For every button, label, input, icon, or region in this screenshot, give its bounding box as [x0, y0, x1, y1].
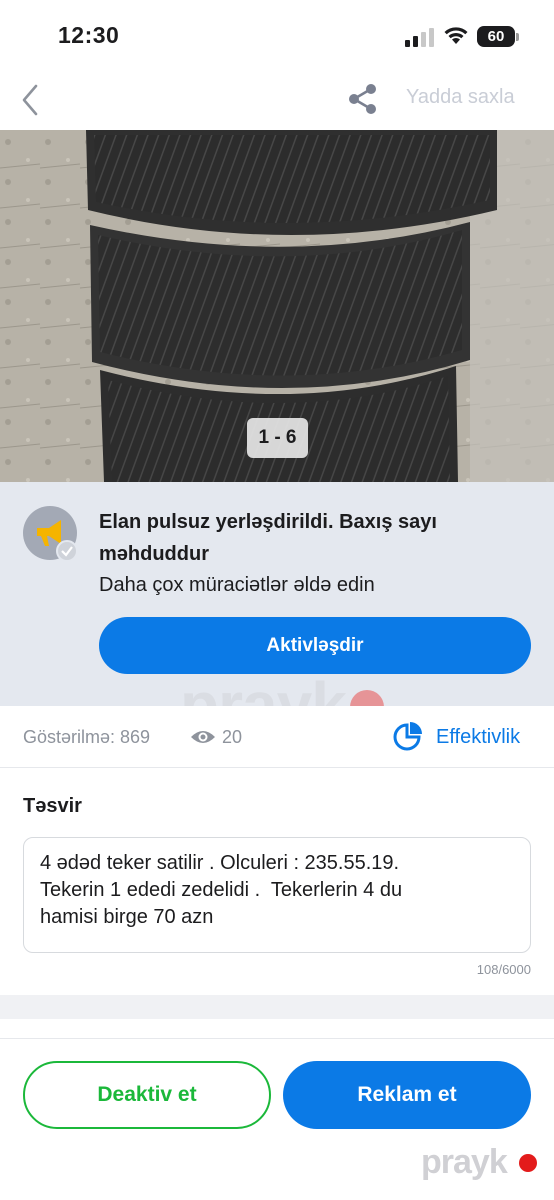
description-field[interactable]: 4 ədəd teker satilir . Olculeri : 235.55… [23, 837, 531, 953]
save-button[interactable]: Yadda saxla [406, 86, 515, 109]
impressions-count: Göstərilmə: 869 [23, 727, 151, 747]
wifi-icon [444, 27, 468, 44]
watermark-dot-bottom [519, 1154, 537, 1172]
battery-tip [516, 33, 519, 41]
nav-bar: Yadda saxla [0, 72, 554, 130]
advertise-button[interactable]: Reklam et [283, 1061, 531, 1129]
character-counter: 108/6000 [476, 962, 531, 977]
deactivate-button[interactable]: Deaktiv et [23, 1061, 271, 1129]
effectiveness-link[interactable]: Effektivlik [436, 726, 520, 749]
chevron-left-icon[interactable] [16, 80, 46, 120]
description-title: Təsvir [23, 795, 82, 817]
status-time: 12:30 [58, 22, 120, 48]
battery-indicator: 60 [477, 26, 515, 47]
eye-icon [191, 731, 215, 743]
promo-subtitle: Daha çox müraciətlər əldə edin [99, 574, 375, 596]
status-bar: 12:30 60 [0, 0, 554, 72]
listing-photo[interactable]: 1 - 6 [0, 130, 554, 482]
pie-chart-icon[interactable] [391, 721, 423, 753]
views-count: 20 [222, 727, 243, 747]
battery-level: 60 [487, 28, 505, 45]
section-divider [0, 995, 554, 1019]
activate-button[interactable]: Aktivləşdir [99, 617, 531, 674]
cellular-signal-icon [405, 28, 434, 47]
promo-title: Elan pulsuz yerləşdirildi. Baxış sayı mə… [99, 511, 437, 565]
check-badge-icon [56, 540, 78, 562]
description-section: Təsvir 4 ədəd teker satilir . Olculeri :… [0, 769, 554, 995]
photo-counter: 1 - 6 [247, 418, 308, 458]
stats-row: Göstərilmə: 869 20 Effektivlik [0, 706, 554, 768]
share-icon[interactable] [346, 82, 380, 116]
watermark-logo-bottom: prayk [421, 1143, 508, 1181]
